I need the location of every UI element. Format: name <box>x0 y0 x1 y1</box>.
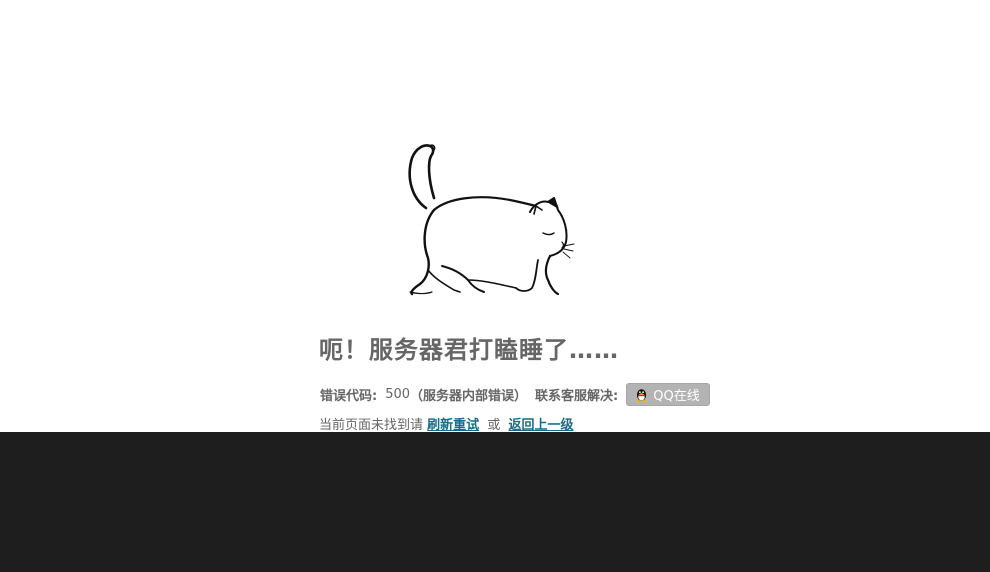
error-code-label: 错误代码: <box>320 388 378 404</box>
error-code-description: （服务器内部错误） <box>410 388 528 404</box>
go-back-link[interactable]: 返回上一级 <box>508 418 573 433</box>
error-page: 呃！服务器君打瞌睡了…… 错误代码: 500 （服务器内部错误） 联系客服解决: <box>0 0 990 572</box>
error-headline: 呃！服务器君打瞌睡了…… <box>319 336 619 364</box>
help-prefix: 当前页面未找到请 <box>319 418 424 433</box>
or-text: 或 <box>487 418 501 433</box>
error-code-value: 500 <box>385 386 411 402</box>
walking-cat-illustration <box>408 144 575 296</box>
dark-footer-band <box>0 432 990 572</box>
contact-support-label: 联系客服解决: <box>535 388 619 404</box>
qq-online-button[interactable]: QQ在线 <box>626 382 710 406</box>
refresh-retry-link[interactable]: 刷新重试 <box>427 418 479 433</box>
error-content: 呃！服务器君打瞌睡了…… 错误代码: 500 （服务器内部错误） 联系客服解决: <box>0 0 990 433</box>
qq-penguin-icon <box>636 388 647 402</box>
error-code-row: 错误代码: 500 （服务器内部错误） 联系客服解决: QQ在线 <box>320 382 710 406</box>
qq-online-label: QQ在线 <box>653 388 700 404</box>
